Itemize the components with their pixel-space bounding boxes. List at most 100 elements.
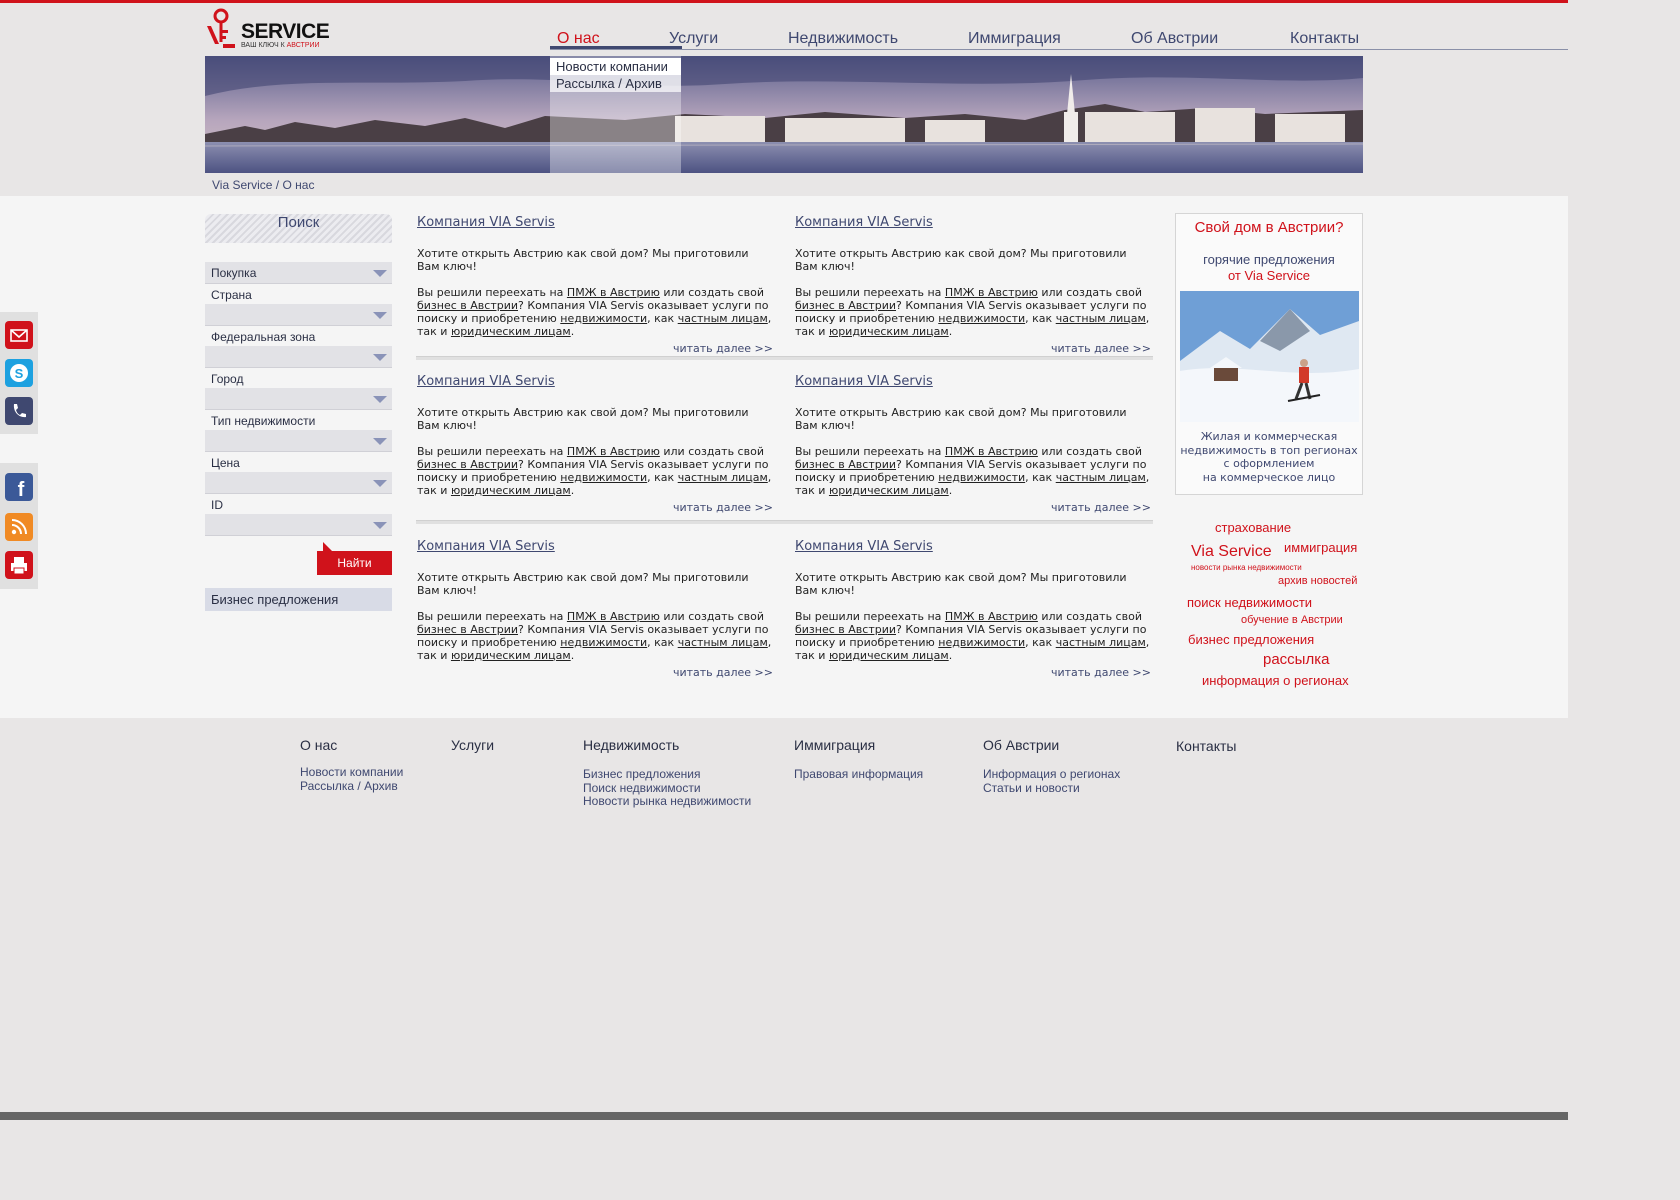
business-link[interactable]: бизнес в Австрии	[795, 623, 896, 636]
pmzh-link[interactable]: ПМЖ в Австрию	[567, 286, 660, 299]
business-link[interactable]: бизнес в Австрии	[417, 458, 518, 471]
private-link[interactable]: частным лицам	[678, 636, 768, 649]
find-button-tab	[323, 542, 332, 551]
footer-link[interactable]: Новости компании	[300, 765, 403, 780]
promo-caption: Жилая и коммерческая недвижимость в топ р…	[1180, 430, 1358, 484]
submenu-company-news[interactable]: Новости компании	[550, 58, 681, 75]
read-more-link[interactable]: читать далее >>	[417, 342, 773, 355]
tag-property-search[interactable]: поиск недвижимости	[1187, 595, 1312, 610]
footer-link[interactable]: Новости рынка недвижимости	[583, 794, 751, 809]
id-select[interactable]	[205, 514, 392, 536]
private-link[interactable]: частным лицам	[1056, 471, 1146, 484]
skype-icon[interactable]: S	[5, 359, 33, 387]
business-link[interactable]: бизнес в Австрии	[795, 299, 896, 312]
svg-text:f: f	[18, 479, 25, 501]
legal-link[interactable]: юридическим лицам	[829, 484, 949, 497]
footer-title-about-austria[interactable]: Об Австрии	[983, 737, 1059, 753]
pmzh-link[interactable]: ПМЖ в Австрию	[567, 610, 660, 623]
tag-education[interactable]: обучение в Австрии	[1241, 614, 1343, 626]
footer-link[interactable]: Поиск недвижимости	[583, 781, 751, 796]
federal-zone-select[interactable]	[205, 346, 392, 368]
business-link[interactable]: бизнес в Австрии	[417, 299, 518, 312]
city-select[interactable]	[205, 388, 392, 410]
realty-link[interactable]: недвижимости	[938, 471, 1025, 484]
realty-link[interactable]: недвижимости	[560, 636, 647, 649]
business-link[interactable]: бизнес в Австрии	[795, 458, 896, 471]
article-title[interactable]: Компания VIA Servis	[795, 374, 1151, 389]
promo-box[interactable]: Свой дом в Австрии? горячие предложения …	[1175, 213, 1363, 495]
footer-link[interactable]: Статьи и новости	[983, 781, 1120, 796]
read-more-link[interactable]: читать далее >>	[795, 501, 1151, 514]
article-body: Вы решили переехать на ПМЖ в Австрию или…	[795, 610, 1150, 662]
nav-contacts[interactable]: Контакты	[1290, 30, 1359, 48]
tag-news-archive[interactable]: архив новостей	[1278, 575, 1357, 587]
footer-title-about[interactable]: О нас	[300, 737, 337, 753]
search-header: Поиск	[205, 214, 392, 243]
print-icon[interactable]	[5, 551, 33, 579]
pmzh-link[interactable]: ПМЖ в Австрию	[945, 610, 1038, 623]
footer-link[interactable]: Правовая информация	[794, 767, 923, 782]
submenu-newsletter-archive[interactable]: Рассылка / Архив	[550, 75, 681, 92]
country-select[interactable]	[205, 304, 392, 326]
tag-region-info[interactable]: информация о регионах	[1202, 673, 1349, 688]
article-intro: Хотите открыть Австрию как свой дом? Мы …	[795, 406, 1127, 432]
footer-title-realty[interactable]: Недвижимость	[583, 737, 679, 753]
article-title[interactable]: Компания VIA Servis	[417, 215, 773, 230]
tag-immigration[interactable]: иммиграция	[1284, 540, 1357, 555]
legal-link[interactable]: юридическим лицам	[451, 484, 571, 497]
rss-icon[interactable]	[5, 513, 33, 541]
breadcrumb: Via Service / О нас	[212, 178, 315, 192]
footer-title-contacts[interactable]: Контакты	[1176, 738, 1236, 754]
footer-links-about: Новости компании Рассылка / Архив	[300, 765, 403, 794]
price-select[interactable]	[205, 472, 392, 494]
footer-title-immigration[interactable]: Иммиграция	[794, 737, 875, 753]
footer-link[interactable]: Информация о регионах	[983, 767, 1120, 782]
pmzh-link[interactable]: ПМЖ в Австрию	[567, 445, 660, 458]
read-more-link[interactable]: читать далее >>	[795, 342, 1151, 355]
mail-icon[interactable]	[5, 321, 33, 349]
realty-link[interactable]: недвижимости	[938, 636, 1025, 649]
phone-icon[interactable]	[5, 397, 33, 425]
footer-title-services[interactable]: Услуги	[451, 737, 494, 753]
article-title[interactable]: Компания VIA Servis	[417, 539, 773, 554]
business-link[interactable]: бизнес в Австрии	[417, 623, 518, 636]
article-title[interactable]: Компания VIA Servis	[795, 539, 1151, 554]
find-button[interactable]: Найти	[317, 551, 392, 575]
tag-via-service[interactable]: Via Service	[1191, 543, 1272, 561]
footer-link[interactable]: Рассылка / Архив	[300, 779, 403, 794]
article-title[interactable]: Компания VIA Servis	[795, 215, 1151, 230]
read-more-link[interactable]: читать далее >>	[417, 666, 773, 679]
legal-link[interactable]: юридическим лицам	[829, 649, 949, 662]
nav-realty[interactable]: Недвижимость	[788, 30, 898, 48]
private-link[interactable]: частным лицам	[1056, 636, 1146, 649]
article-body: Вы решили переехать на ПМЖ в Австрию или…	[417, 286, 772, 338]
tag-business-offers[interactable]: бизнес предложения	[1188, 632, 1314, 647]
legal-link[interactable]: юридическим лицам	[451, 325, 571, 338]
nav-immigration[interactable]: Иммиграция	[968, 30, 1061, 48]
pmzh-link[interactable]: ПМЖ в Австрию	[945, 445, 1038, 458]
business-offers-link[interactable]: Бизнес предложения	[205, 588, 392, 611]
footer-link[interactable]: Бизнес предложения	[583, 767, 751, 782]
legal-link[interactable]: юридическим лицам	[451, 649, 571, 662]
private-link[interactable]: частным лицам	[678, 471, 768, 484]
realty-link[interactable]: недвижимости	[560, 471, 647, 484]
read-more-link[interactable]: читать далее >>	[795, 666, 1151, 679]
legal-link[interactable]: юридическим лицам	[829, 325, 949, 338]
property-type-select[interactable]	[205, 430, 392, 452]
article-card: Компания VIA Servis Хотите открыть Австр…	[795, 374, 1151, 514]
logo[interactable]: SERVICE ВАШ КЛЮЧ К АВСТРИИ	[205, 8, 330, 52]
facebook-icon[interactable]: f	[5, 473, 33, 501]
tag-newsletter[interactable]: рассылка	[1263, 651, 1329, 668]
nav-about-austria[interactable]: Об Австрии	[1131, 30, 1218, 48]
private-link[interactable]: частным лицам	[1056, 312, 1146, 325]
private-link[interactable]: частным лицам	[678, 312, 768, 325]
read-more-link[interactable]: читать далее >>	[417, 501, 773, 514]
realty-link[interactable]: недвижимости	[560, 312, 647, 325]
tag-market-news[interactable]: новости рынка недвижимости	[1191, 563, 1302, 572]
deal-type-select[interactable]: Покупка	[205, 262, 392, 284]
article-intro: Хотите открыть Австрию как свой дом? Мы …	[417, 571, 749, 597]
tag-insurance[interactable]: страхование	[1215, 520, 1291, 535]
realty-link[interactable]: недвижимости	[938, 312, 1025, 325]
article-title[interactable]: Компания VIA Servis	[417, 374, 773, 389]
pmzh-link[interactable]: ПМЖ в Австрию	[945, 286, 1038, 299]
